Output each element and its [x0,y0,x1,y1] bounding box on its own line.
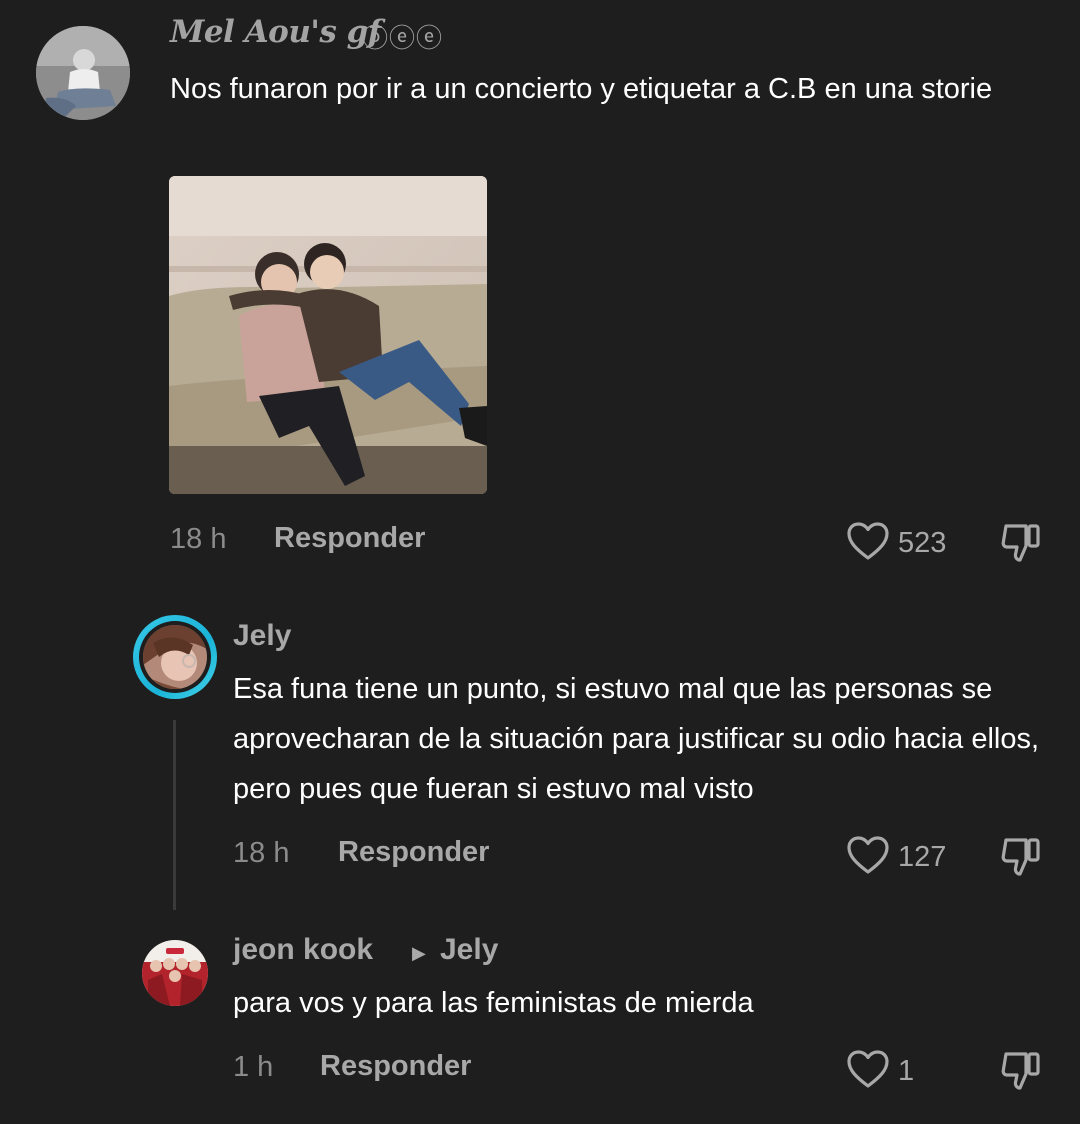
thumbs-down-icon[interactable] [998,1048,1044,1099]
heart-outline-icon[interactable] [846,1049,890,1094]
comments-page: Mel Aou's gf ⓞⓔⓔ Nos funaron por ir a un… [0,0,1080,1124]
avatar-image [142,940,208,1006]
avatar[interactable] [143,625,207,689]
like-button[interactable]: 127 [846,835,946,880]
reply-button[interactable]: Responder [338,836,489,869]
heart-outline-icon[interactable] [846,521,890,566]
reply-button[interactable]: Responder [320,1050,471,1083]
avatar[interactable] [142,940,208,1006]
avatar-image [143,625,207,689]
like-count: 127 [898,841,947,873]
comment-username[interactable]: Mel Aou's gf [170,14,381,50]
comment-timestamp: 18 h [170,523,227,555]
comment-timestamp: 1 h [233,1051,274,1083]
comment-username[interactable]: Jely [233,619,291,653]
comment-attached-photo[interactable] [169,176,487,494]
username-decoration: ⓞⓔⓔ [362,23,444,53]
photo-image [169,176,487,494]
avatar-story-ring[interactable] [133,615,217,699]
like-button[interactable]: 1 [846,1049,914,1094]
comment-username[interactable]: jeon kook [233,933,373,967]
reply-button[interactable]: Responder [274,522,425,555]
reply-to-username[interactable]: Jely [440,933,498,967]
thread-line [173,720,176,910]
comment-text: Esa funa tiene un punto, si estuvo mal q… [233,673,1040,805]
thumbs-down-icon[interactable] [998,520,1044,571]
like-button[interactable]: 523 [846,521,946,566]
like-count: 1 [898,1055,915,1087]
thumbs-down-icon[interactable] [998,834,1044,885]
comment-text: para vos y para las feministas de mierda [233,987,754,1019]
avatar-image [36,26,130,120]
heart-outline-icon[interactable] [846,835,890,880]
comment-text: Nos funaron por ir a un concierto y etiq… [170,73,993,105]
play-triangle-icon: ▶ [412,943,426,963]
comment-timestamp: 18 h [233,837,290,869]
like-count: 523 [898,527,947,559]
avatar[interactable] [36,26,130,120]
